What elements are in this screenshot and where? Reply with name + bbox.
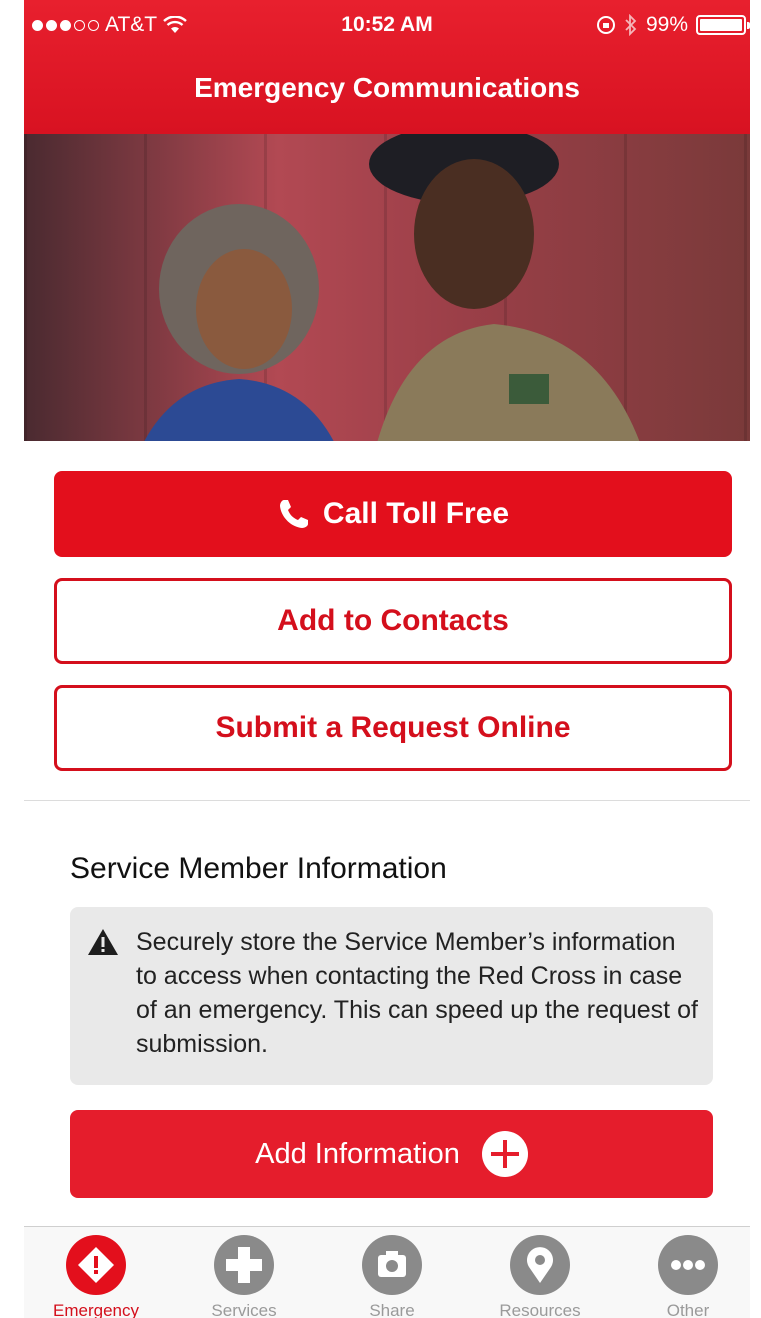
tab-label: Other	[666, 1301, 710, 1318]
more-dots-icon	[658, 1235, 718, 1295]
tab-other[interactable]: Other	[628, 1235, 748, 1318]
plus-circle-icon	[481, 1131, 528, 1177]
tab-label: Services	[211, 1301, 277, 1318]
location-pin-icon	[510, 1235, 570, 1295]
tab-label: Share	[369, 1301, 415, 1318]
woman-figure	[144, 204, 334, 441]
tab-label: Resources	[499, 1301, 581, 1318]
page-title: Emergency Communications	[194, 72, 580, 103]
app-screen: AT&T 10:52 AM 99% Emergency Communicatio…	[24, 0, 750, 1318]
battery-icon	[696, 15, 750, 35]
divider	[24, 800, 750, 801]
call-toll-free-label: Call Toll Free	[322, 497, 510, 530]
tab-resources[interactable]: Resources	[480, 1235, 600, 1318]
add-to-contacts-button[interactable]: Add to Contacts	[54, 578, 732, 664]
status-bar: AT&T 10:52 AM 99%	[24, 0, 750, 50]
tab-services[interactable]: Services	[184, 1235, 304, 1318]
warning-icon	[88, 929, 118, 955]
phone-icon	[279, 500, 308, 528]
tab-bar: Emergency Services Share Resources Other	[24, 1226, 750, 1318]
status-right: 99%	[596, 13, 750, 37]
plus-icon	[214, 1235, 274, 1295]
add-information-label: Add Information	[255, 1137, 460, 1170]
info-notice: Securely store the Service Member’s info…	[70, 907, 713, 1085]
tab-label: Emergency	[53, 1301, 139, 1318]
add-information-button[interactable]: Add Information	[70, 1110, 713, 1198]
battery-percent: 99%	[645, 13, 688, 36]
orientation-lock-icon	[596, 16, 615, 34]
section-title: Service Member Information	[70, 852, 447, 885]
bluetooth-icon	[625, 14, 637, 36]
add-to-contacts-label: Add to Contacts	[277, 604, 509, 637]
call-toll-free-button[interactable]: Call Toll Free	[54, 471, 732, 557]
hero-image	[24, 134, 750, 441]
battery-level	[700, 19, 742, 31]
submit-request-button[interactable]: Submit a Request Online	[54, 685, 732, 771]
sailor-figure	[369, 134, 640, 441]
submit-request-label: Submit a Request Online	[215, 711, 571, 744]
info-text: Securely store the Service Member’s info…	[136, 928, 698, 1058]
tab-emergency[interactable]: Emergency	[36, 1235, 156, 1318]
tab-share[interactable]: Share	[332, 1235, 452, 1318]
header: AT&T 10:52 AM 99% Emergency Communicatio…	[24, 0, 750, 134]
camera-icon	[362, 1235, 422, 1295]
alert-diamond-icon	[66, 1235, 126, 1295]
